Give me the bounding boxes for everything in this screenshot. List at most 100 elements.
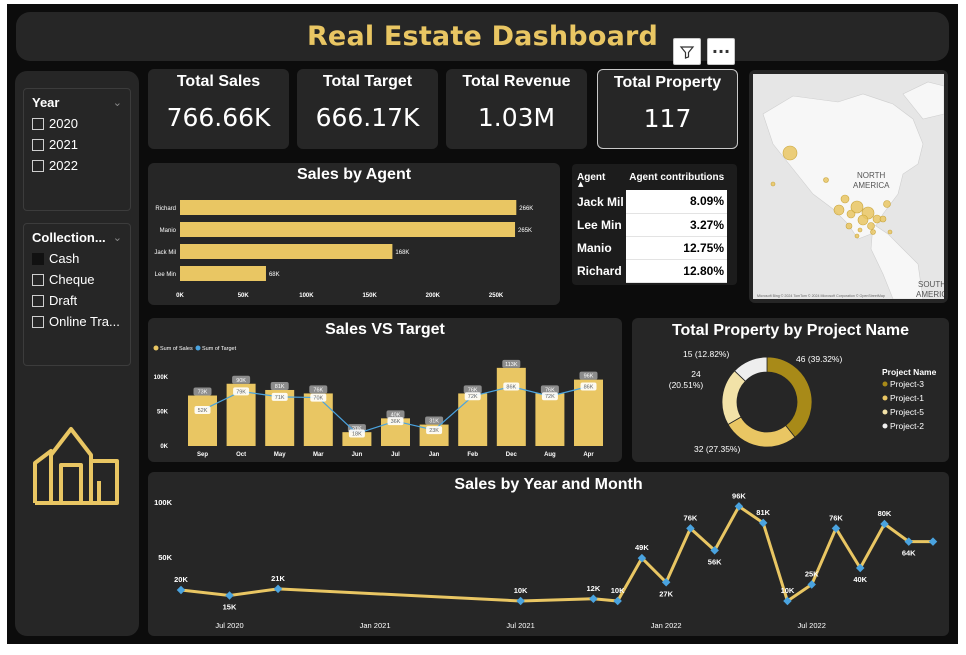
agent-x-tick: 0K bbox=[176, 293, 184, 299]
agent-bar[interactable] bbox=[180, 200, 517, 215]
agent-bar-label: 266K bbox=[519, 206, 533, 212]
agent-bar-label: 68K bbox=[269, 272, 280, 278]
collection-slicer: Collection... ⌄ Cash Cheque Draft Online… bbox=[23, 223, 131, 366]
building-logo-icon bbox=[33, 427, 119, 505]
target-point-label: 79K bbox=[236, 389, 246, 395]
ym-x-tick: Jan 2022 bbox=[651, 621, 682, 630]
data-point-marker[interactable] bbox=[273, 584, 283, 594]
table-row[interactable]: Manio 12.75% bbox=[577, 236, 727, 260]
filter-button[interactable] bbox=[673, 38, 701, 65]
table-row[interactable]: Jack Mil 8.09% bbox=[577, 190, 727, 214]
sales-vs-target-chart[interactable]: Sum of Sales Sum of Target 0K 50K 100K 73K Sep… bbox=[148, 318, 622, 462]
donut-label-project-3: 46 (39.32%) bbox=[796, 354, 842, 364]
data-point-label: 20K bbox=[174, 575, 188, 584]
data-point-label: 56K bbox=[708, 557, 722, 566]
svt-x-tick: Aug bbox=[544, 452, 556, 458]
agent-bar[interactable] bbox=[180, 266, 266, 281]
sales-by-agent-card: Sales by Agent Richard 266K Manio 265K Jack … bbox=[148, 163, 560, 305]
more-options-button[interactable]: ··· bbox=[707, 38, 735, 65]
data-point-label: 27K bbox=[659, 589, 673, 598]
agent-bar[interactable] bbox=[180, 244, 393, 259]
kpi-label: Total Target bbox=[322, 73, 413, 90]
property-by-project-card: Total Property by Project Name 46 (39.32… bbox=[632, 318, 949, 462]
data-point-label: 15K bbox=[223, 603, 237, 612]
target-point-label: 52K bbox=[198, 408, 208, 414]
agent-tick-label: Jack Mil bbox=[154, 250, 176, 256]
data-point-marker[interactable] bbox=[516, 596, 525, 606]
donut-slice[interactable] bbox=[766, 356, 813, 438]
sales-bar-label: 113K bbox=[505, 362, 518, 368]
ym-x-tick: Jul 2020 bbox=[215, 621, 243, 630]
data-point-marker[interactable] bbox=[176, 585, 186, 595]
checkbox[interactable] bbox=[32, 138, 44, 151]
year-option-2022[interactable]: 2022 bbox=[32, 158, 122, 173]
ym-x-tick: Jul 2022 bbox=[798, 621, 826, 630]
svt-x-tick: Apr bbox=[583, 452, 594, 458]
data-point-label: 10K bbox=[611, 586, 625, 595]
checkbox[interactable] bbox=[32, 117, 44, 130]
legend-label-sales: Sum of Sales bbox=[160, 346, 193, 352]
sales-bar[interactable] bbox=[458, 393, 488, 446]
collection-option-cash[interactable]: Cash bbox=[32, 251, 122, 266]
collection-option-cheque[interactable]: Cheque bbox=[32, 272, 122, 287]
svt-x-tick: Sep bbox=[197, 452, 208, 458]
data-point-marker[interactable] bbox=[928, 537, 938, 546]
checkbox[interactable] bbox=[32, 273, 44, 286]
donut-slice[interactable] bbox=[727, 416, 796, 448]
sales-by-year-month-chart[interactable]: 50K 100K Jul 2020 Jan 2021 Jul 2021 Jan 2022 J… bbox=[148, 472, 949, 636]
property-donut-chart[interactable]: 46 (39.32%) 32 (27.35%) 24(20.51%) 15 (12.8… bbox=[632, 318, 949, 462]
sales-bar[interactable] bbox=[496, 367, 526, 446]
map-graphic: NORTH AMERICA SOUTH AMERIC Microsoft Bin… bbox=[757, 81, 944, 299]
sales-bar[interactable] bbox=[535, 393, 565, 446]
table-row[interactable]: Richard 12.80% bbox=[577, 259, 727, 283]
more-options-icon: ··· bbox=[711, 42, 731, 61]
donut-slice[interactable] bbox=[721, 370, 746, 426]
legend-label: Project-2 bbox=[890, 421, 924, 431]
agent-bar[interactable] bbox=[180, 222, 516, 237]
agent-contributions-table[interactable]: Agent Agent contributions Jack Mil 8.09% … bbox=[572, 164, 737, 285]
checkbox[interactable] bbox=[32, 315, 44, 328]
data-point-label: 49K bbox=[635, 543, 649, 552]
map-label-south-america: AMERIC bbox=[916, 290, 944, 299]
sales-map[interactable]: NORTH AMERICA SOUTH AMERIC Microsoft Bin… bbox=[749, 70, 948, 303]
chevron-down-icon[interactable]: ⌄ bbox=[113, 231, 122, 244]
kpi-total-sales[interactable]: Total Sales 766.66K bbox=[148, 69, 289, 149]
year-option-2021[interactable]: 2021 bbox=[32, 137, 122, 152]
collection-option-draft[interactable]: Draft bbox=[32, 293, 122, 308]
data-point-label: 96K bbox=[732, 491, 746, 500]
checkbox[interactable] bbox=[32, 252, 44, 265]
map-canvas[interactable]: NORTH AMERICA SOUTH AMERIC Microsoft Bin… bbox=[753, 74, 944, 299]
legend-marker-target bbox=[195, 345, 201, 351]
svt-x-tick: Jul bbox=[391, 452, 400, 458]
kpi-total-property[interactable]: Total Property 117 bbox=[597, 69, 738, 149]
data-point-label: 40K bbox=[853, 575, 867, 584]
svt-x-tick: Feb bbox=[467, 452, 478, 458]
agent-bar-label: 168K bbox=[395, 250, 409, 256]
agent-tick-label: Richard bbox=[155, 206, 176, 212]
map-attribution: Microsoft Bing © 2024 TomTom © 2024 Micr… bbox=[757, 294, 885, 298]
data-point-marker[interactable] bbox=[589, 594, 598, 604]
kpi-total-revenue[interactable]: Total Revenue 1.03M bbox=[446, 69, 587, 149]
table-row[interactable]: Lee Min 3.27% bbox=[577, 213, 727, 237]
data-point-label: 10K bbox=[781, 586, 795, 595]
checkbox[interactable] bbox=[32, 294, 44, 307]
collection-option-online[interactable]: Online Tra... bbox=[32, 314, 122, 329]
chevron-down-icon[interactable]: ⌄ bbox=[113, 96, 122, 109]
year-option-2020[interactable]: 2020 bbox=[32, 116, 122, 131]
column-header-agent[interactable]: Agent bbox=[577, 164, 626, 190]
data-point-label: 12K bbox=[587, 584, 601, 593]
target-point-label: 72K bbox=[468, 394, 478, 400]
kpi-total-target[interactable]: Total Target 666.17K bbox=[297, 69, 438, 149]
agent-tick-label: Manio bbox=[160, 228, 177, 234]
ym-y-tick: 100K bbox=[154, 498, 173, 507]
sales-bar[interactable] bbox=[188, 395, 217, 446]
target-point-label: 18K bbox=[352, 432, 362, 438]
data-point-label: 80K bbox=[878, 509, 892, 518]
sales-by-agent-chart[interactable]: Richard 266K Manio 265K Jack Mil 168K Lee Min 6… bbox=[148, 163, 560, 305]
target-point-label: 71K bbox=[275, 395, 285, 401]
column-header-contributions[interactable]: Agent contributions bbox=[626, 164, 727, 190]
data-point-marker[interactable] bbox=[225, 591, 234, 600]
sort-ascending-icon[interactable]: ▲ bbox=[578, 180, 583, 188]
map-label-america: AMERICA bbox=[853, 181, 890, 190]
checkbox[interactable] bbox=[32, 159, 44, 172]
